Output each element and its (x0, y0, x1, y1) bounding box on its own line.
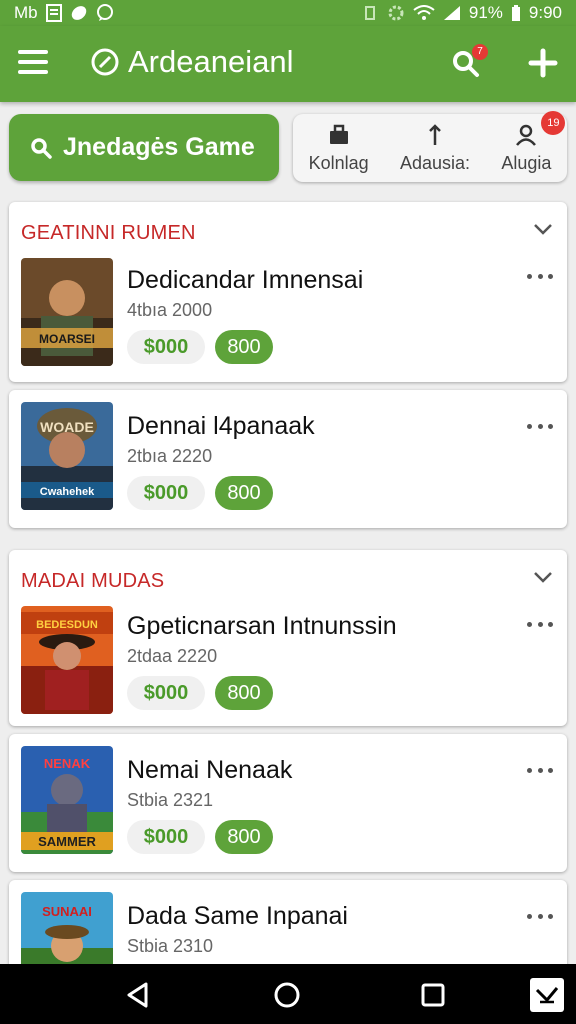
more-options-icon[interactable] (527, 914, 553, 922)
game-card[interactable]: WOADE Cwahehek Dennai l4panaak 2tbıa 2220… (9, 390, 567, 528)
count-button[interactable]: 800 (215, 676, 273, 710)
thumbnail-text: SAMMER (38, 834, 96, 849)
system-nav-bar (0, 964, 576, 1024)
battery-icon (511, 5, 520, 21)
price-button[interactable]: $000 (127, 820, 205, 854)
battery-percent: 91% (468, 3, 503, 22)
carrier-label: Mb (14, 3, 38, 22)
action-label: Adausia: (399, 152, 471, 173)
count-button[interactable]: 800 (215, 476, 273, 510)
game-title: Dedicandar Imnensai (127, 266, 364, 294)
game-subtitle: Stbia 2321 (127, 790, 214, 810)
game-subtitle: 4tbıa 2000 (127, 300, 213, 320)
add-icon[interactable] (526, 46, 560, 80)
app-bar: Ardeaneianl 7 (0, 26, 576, 102)
thumbnail-text: BEDESDUN (36, 619, 98, 631)
thumbnail-text: SUNAAI (42, 904, 92, 919)
vibrate-icon (364, 6, 375, 20)
price-button[interactable]: $000 (127, 676, 205, 710)
more-options-icon[interactable] (527, 424, 553, 432)
section-title: GEATINNI RUMEN (21, 222, 196, 244)
chevron-down-icon[interactable] (533, 222, 553, 236)
compass-logo-icon (91, 48, 119, 76)
game-card[interactable]: MADAI MUDAS BEDESDUN Gpeticnarsan Intnun… (9, 550, 567, 726)
note-icon (45, 4, 62, 22)
more-options-icon[interactable] (527, 274, 553, 282)
svg-text:Cwahehek: Cwahehek (40, 486, 95, 498)
more-options-icon[interactable] (527, 768, 553, 776)
action-label: Alugia (501, 152, 552, 173)
game-title: Nemai Nenaak (127, 756, 293, 784)
signal-icon (443, 6, 460, 20)
game-subtitle: 2tbıa 2220 (127, 446, 213, 466)
back-icon[interactable] (124, 981, 152, 1009)
home-icon[interactable] (272, 980, 302, 1010)
user-icon (516, 124, 537, 146)
game-thumbnail: BEDESDUN (21, 606, 113, 714)
briefcase-icon (329, 124, 348, 144)
search-label: Jnedagės Game (63, 133, 255, 161)
chevron-down-icon[interactable] (533, 570, 553, 584)
count-button[interactable]: 800 (215, 820, 273, 854)
game-title: Dennai l4panaak (127, 412, 315, 440)
search-icon (31, 137, 52, 159)
action-bar: Kolnlag Adausia: Alugia 19 (293, 110, 567, 182)
clock: 9:90 (528, 3, 562, 22)
action-adausia[interactable]: Adausia: (400, 123, 470, 174)
game-card[interactable]: NENAK SAMMER Nemai Nenaak Stbia 2321 $000… (9, 734, 567, 872)
action-label: Kolnlag (308, 152, 369, 173)
game-thumbnail: WOADE Cwahehek (21, 402, 113, 510)
notification-badge: 19 (541, 110, 566, 135)
leaf-icon (71, 6, 86, 20)
chat-icon (96, 4, 113, 21)
svg-text:NENAK: NENAK (44, 756, 91, 771)
settings-icon (388, 5, 404, 21)
upload-arrow-icon (429, 123, 441, 145)
menu-button[interactable] (18, 50, 48, 78)
game-subtitle: 2tdaa 2220 (127, 646, 218, 666)
price-button[interactable]: $000 (127, 476, 205, 510)
section-title: MADAI MUDAS (21, 570, 165, 592)
price-button[interactable]: $000 (127, 330, 205, 364)
game-card[interactable]: GEATINNI RUMEN MOARSEI Dedicandar Imnens… (9, 202, 567, 382)
thumbnail-text: MOARSEI (39, 332, 95, 346)
action-kolnlag[interactable]: Kolnlag (309, 123, 369, 174)
thumbnail-text: WOADE (40, 419, 94, 435)
keyboard-toggle-icon[interactable] (530, 978, 564, 1012)
action-alugia[interactable]: Alugia 19 (501, 110, 566, 174)
notification-badge: 7 (472, 44, 488, 60)
game-thumbnail: MOARSEI (21, 258, 113, 366)
recent-apps-icon[interactable] (420, 982, 446, 1008)
more-options-icon[interactable] (527, 622, 553, 630)
game-title: Dada Same Inpanai (127, 902, 348, 930)
search-games-button[interactable]: Jnedagės Game (9, 114, 279, 181)
game-subtitle: Stbia 2310 (127, 936, 214, 956)
count-button[interactable]: 800 (215, 330, 273, 364)
status-bar: Mb 91% 9:90 (0, 0, 576, 26)
game-thumbnail: NENAK SAMMER (21, 746, 113, 854)
wifi-icon (413, 5, 435, 20)
app-title: Ardeaneianl (128, 44, 294, 79)
app-title-group: Ardeaneianl (90, 44, 293, 80)
game-title: Gpeticnarsan Intnunssin (127, 612, 397, 640)
